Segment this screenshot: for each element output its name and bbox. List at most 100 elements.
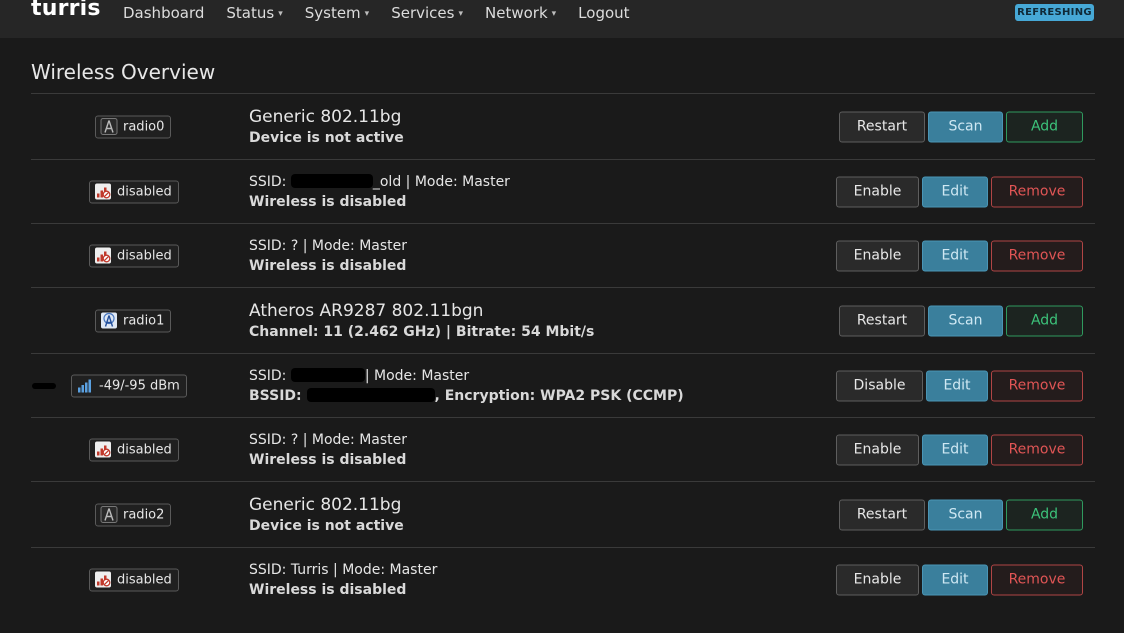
top-navbar: turris Dashboard Status ▾ System ▾ Service… xyxy=(0,0,1124,38)
wireless-status: Wireless is disabled xyxy=(249,451,407,468)
scan-button[interactable]: Scan xyxy=(928,499,1003,530)
status-badge: disabled xyxy=(89,180,179,203)
row-info: Generic 802.11bg Device is not active xyxy=(249,106,404,148)
radio-antenna-icon xyxy=(100,118,118,135)
badge-label: -49/-95 dBm xyxy=(99,378,180,393)
nav-network-label: Network xyxy=(485,4,548,22)
edit-button[interactable]: Edit xyxy=(926,370,988,401)
wireless-status: Wireless is disabled xyxy=(249,193,407,210)
nav-network[interactable]: Network ▾ xyxy=(485,4,556,22)
radio-badge: radio1 xyxy=(95,309,172,332)
edit-button[interactable]: Edit xyxy=(922,564,988,595)
nav-logout-label: Logout xyxy=(578,4,630,22)
table-row: disabled SSID: ? | Mode: Master Wireless… xyxy=(31,223,1095,287)
nav-system[interactable]: System ▾ xyxy=(305,4,369,22)
ssid-mode: SSID: ? | Mode: Master xyxy=(249,431,408,448)
badge-label: disabled xyxy=(117,184,172,199)
row-actions: Restart Scan Add xyxy=(839,305,1083,336)
remove-button[interactable]: Remove xyxy=(991,434,1083,465)
bssid-encryption: BSSID: , Encryption: WPA2 PSK (CCMP) xyxy=(249,386,684,406)
device-status: Channel: 11 (2.462 GHz) | Bitrate: 54 Mb… xyxy=(249,323,595,340)
scan-button[interactable]: Scan xyxy=(928,111,1003,142)
status-badge: disabled xyxy=(89,568,179,591)
wireless-status: Wireless is disabled xyxy=(249,257,407,274)
ssid-prefix: SSID: xyxy=(249,367,291,384)
status-badge: disabled xyxy=(89,438,179,461)
nav-system-label: System xyxy=(304,4,361,22)
bssid-prefix: BSSID: xyxy=(249,387,307,404)
table-row: disabled SSID: _old | Mode: Master Wirel… xyxy=(31,159,1095,223)
restart-button[interactable]: Restart xyxy=(839,305,925,336)
redacted-bssid xyxy=(306,387,435,402)
device-status: Device is not active xyxy=(249,517,404,534)
remove-button[interactable]: Remove xyxy=(991,176,1083,207)
enable-button[interactable]: Enable xyxy=(836,240,919,271)
enable-button[interactable]: Enable xyxy=(836,564,919,595)
radio-antenna-icon xyxy=(101,312,117,329)
badge-label: disabled xyxy=(117,442,172,457)
radio-antenna-icon xyxy=(100,506,118,523)
edit-button[interactable]: Edit xyxy=(922,434,988,465)
radio-badge: radio0 xyxy=(95,115,172,138)
badge-label: disabled xyxy=(117,248,172,263)
nav-status-label: Status xyxy=(226,4,275,22)
enable-button[interactable]: Enable xyxy=(836,434,919,465)
row-info: SSID: ? | Mode: Master Wireless is disab… xyxy=(249,430,407,470)
nav-status[interactable]: Status ▾ xyxy=(226,4,282,22)
scan-button[interactable]: Scan xyxy=(928,305,1003,336)
brand-logo[interactable]: turris xyxy=(31,0,101,21)
remove-button[interactable]: Remove xyxy=(991,240,1083,271)
ssid-mode: SSID: Turris | Mode: Master xyxy=(249,561,438,578)
edit-button[interactable]: Edit xyxy=(922,176,988,207)
page-title: Wireless Overview xyxy=(31,60,216,84)
encryption-label: , Encryption: WPA2 PSK (CCMP) xyxy=(434,387,684,404)
disable-button[interactable]: Disable xyxy=(836,370,923,401)
signal-disabled-icon xyxy=(95,441,111,458)
add-button[interactable]: Add xyxy=(1006,111,1083,142)
chevron-down-icon: ▾ xyxy=(278,9,283,19)
status-badge: disabled xyxy=(89,244,179,267)
row-actions: Restart Scan Add xyxy=(839,111,1083,142)
refreshing-badge[interactable]: REFRESHING xyxy=(1015,4,1094,21)
add-button[interactable]: Add xyxy=(1006,499,1083,530)
main-nav: Dashboard Status ▾ System ▾ Services ▾ Netw… xyxy=(123,4,652,22)
edit-button[interactable]: Edit xyxy=(922,240,988,271)
row-actions: Enable Edit Remove xyxy=(836,434,1083,465)
badge-label: radio0 xyxy=(123,119,165,134)
row-info: SSID: _old | Mode: Master Wireless is di… xyxy=(249,172,510,212)
row-actions: Disable Edit Remove xyxy=(836,370,1083,401)
enable-button[interactable]: Enable xyxy=(836,176,919,207)
badge-label: radio2 xyxy=(123,507,165,522)
restart-button[interactable]: Restart xyxy=(839,111,925,142)
signal-strength-icon xyxy=(78,379,91,393)
table-row: radio1 Atheros AR9287 802.11bgn Channel:… xyxy=(31,287,1095,353)
remove-button[interactable]: Remove xyxy=(991,564,1083,595)
nav-services[interactable]: Services ▾ xyxy=(391,4,463,22)
nav-dashboard[interactable]: Dashboard xyxy=(123,4,204,22)
row-info: SSID: ? | Mode: Master Wireless is disab… xyxy=(249,236,407,276)
chevron-down-icon: ▾ xyxy=(458,9,463,19)
ssid-prefix: SSID: xyxy=(249,173,291,190)
nav-dashboard-label: Dashboard xyxy=(123,4,205,22)
row-info: SSID: | Mode: Master BSSID: , Encryption… xyxy=(249,366,684,406)
add-button[interactable]: Add xyxy=(1006,305,1083,336)
ssid-mode: SSID: | Mode: Master xyxy=(249,366,684,386)
redacted-ssid xyxy=(290,173,373,188)
ssid-mode: SSID: _old | Mode: Master xyxy=(249,172,510,192)
signal-disabled-icon xyxy=(95,247,111,264)
table-row: radio0 Generic 802.11bg Device is not ac… xyxy=(31,93,1095,159)
radio-badge: radio2 xyxy=(95,503,172,526)
wireless-overview-table: radio0 Generic 802.11bg Device is not ac… xyxy=(31,93,1095,611)
table-row: disabled SSID: Turris | Mode: Master Wir… xyxy=(31,547,1095,611)
badge-label: radio1 xyxy=(123,313,165,328)
redacted-ssid xyxy=(290,367,365,382)
row-info: Generic 802.11bg Device is not active xyxy=(249,494,404,536)
chevron-down-icon: ▾ xyxy=(364,9,370,19)
row-info: Atheros AR9287 802.11bgn Channel: 11 (2.… xyxy=(249,300,594,342)
nav-services-label: Services xyxy=(391,4,455,22)
nav-logout[interactable]: Logout xyxy=(578,4,629,22)
restart-button[interactable]: Restart xyxy=(839,499,925,530)
table-row: radio2 Generic 802.11bg Device is not ac… xyxy=(31,481,1095,547)
remove-button[interactable]: Remove xyxy=(991,370,1083,401)
row-actions: Enable Edit Remove xyxy=(836,240,1083,271)
